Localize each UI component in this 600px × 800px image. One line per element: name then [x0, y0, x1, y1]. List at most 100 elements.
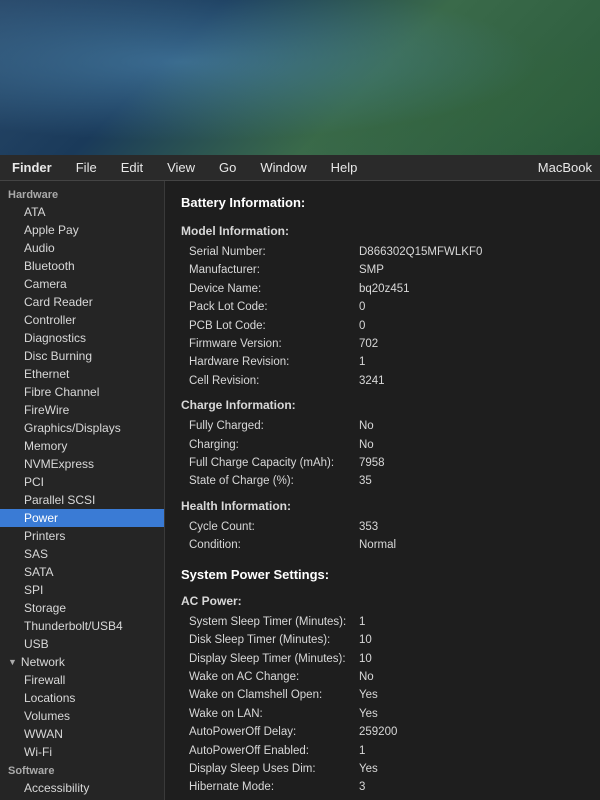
cell-rev-label: Cell Revision: — [189, 372, 359, 390]
menubar: Finder File Edit View Go Window Help Mac… — [0, 155, 600, 181]
ac-display-sleep-row: Display Sleep Timer (Minutes): 10 — [181, 650, 584, 668]
background-photo — [0, 0, 600, 155]
menubar-title: MacBook — [538, 160, 592, 175]
hardware-rev-label: Hardware Revision: — [189, 353, 359, 371]
serial-label: Serial Number: — [189, 243, 359, 261]
sidebar-item-fibrechannel[interactable]: Fibre Channel — [0, 383, 164, 401]
sidebar-item-audio[interactable]: Audio — [0, 239, 164, 257]
menubar-help[interactable]: Help — [327, 158, 362, 177]
sidebar-item-pci[interactable]: PCI — [0, 473, 164, 491]
sidebar-item-memory[interactable]: Memory — [0, 437, 164, 455]
sidebar-item-applepay[interactable]: Apple Pay — [0, 221, 164, 239]
ac-wake-lan-row: Wake on LAN: Yes — [181, 705, 584, 723]
firmware-label: Firmware Version: — [189, 335, 359, 353]
system-power-title: System Power Settings: — [181, 565, 584, 586]
sidebar-item-bluetooth[interactable]: Bluetooth — [0, 257, 164, 275]
sidebar-item-cardreader[interactable]: Card Reader — [0, 293, 164, 311]
ac-wake-ac-row: Wake on AC Change: No — [181, 668, 584, 686]
manufacturer-row: Manufacturer: SMP — [181, 261, 584, 279]
sidebar-item-wwan[interactable]: WWAN — [0, 725, 164, 743]
sidebar-item-firewall[interactable]: Firewall — [0, 671, 164, 689]
sidebar-item-accessibility[interactable]: Accessibility — [0, 779, 164, 797]
ac-hibernate-mode-value: 3 — [359, 778, 365, 796]
state-of-charge-value: 35 — [359, 472, 372, 490]
sidebar-item-spi[interactable]: SPI — [0, 581, 164, 599]
sidebar-item-printers[interactable]: Printers — [0, 527, 164, 545]
sidebar-item-ata[interactable]: ATA — [0, 203, 164, 221]
cell-rev-row: Cell Revision: 3241 — [181, 372, 584, 390]
full-charge-capacity-label: Full Charge Capacity (mAh): — [189, 454, 359, 472]
sidebar-item-discburning[interactable]: Disc Burning — [0, 347, 164, 365]
sidebar-item-sata[interactable]: SATA — [0, 563, 164, 581]
sidebar-item-locations[interactable]: Locations — [0, 689, 164, 707]
cycle-count-label: Cycle Count: — [189, 518, 359, 536]
health-info-group: Health Information: Cycle Count: 353 Con… — [181, 497, 584, 555]
ac-disk-sleep-value: 10 — [359, 631, 372, 649]
ac-wake-lan-value: Yes — [359, 705, 378, 723]
network-group-header[interactable]: ▼ Network — [0, 653, 164, 671]
menubar-window[interactable]: Window — [256, 158, 310, 177]
sidebar-item-diagnostics[interactable]: Diagnostics — [0, 329, 164, 347]
pcb-lot-row: PCB Lot Code: 0 — [181, 317, 584, 335]
model-section-title: Model Information: — [181, 222, 584, 241]
sidebar: Hardware ATA Apple Pay Audio Bluetooth C… — [0, 181, 165, 800]
hardware-section-label: Hardware — [0, 185, 164, 203]
sidebar-item-ethernet[interactable]: Ethernet — [0, 365, 164, 383]
health-section-title: Health Information: — [181, 497, 584, 516]
sidebar-item-storage[interactable]: Storage — [0, 599, 164, 617]
condition-label: Condition: — [189, 536, 359, 554]
ac-display-sleep-dim-row: Display Sleep Uses Dim: Yes — [181, 760, 584, 778]
charge-info-group: Charge Information: Fully Charged: No Ch… — [181, 396, 584, 491]
device-name-label: Device Name: — [189, 280, 359, 298]
device-name-row: Device Name: bq20z451 — [181, 280, 584, 298]
pcb-lot-label: PCB Lot Code: — [189, 317, 359, 335]
ac-display-sleep-dim-label: Display Sleep Uses Dim: — [189, 760, 359, 778]
model-info-group: Model Information: Serial Number: D86630… — [181, 222, 584, 390]
sidebar-item-nvmexpress[interactable]: NVMExpress — [0, 455, 164, 473]
fully-charged-label: Fully Charged: — [189, 417, 359, 435]
firmware-value: 702 — [359, 335, 378, 353]
network-section-label: Network — [21, 655, 65, 669]
sidebar-item-sas[interactable]: SAS — [0, 545, 164, 563]
cell-rev-value: 3241 — [359, 372, 385, 390]
content-panel: Battery Information: Model Information: … — [165, 181, 600, 800]
pcb-lot-value: 0 — [359, 317, 365, 335]
menubar-view[interactable]: View — [163, 158, 199, 177]
ac-display-sleep-label: Display Sleep Timer (Minutes): — [189, 650, 359, 668]
firmware-row: Firmware Version: 702 — [181, 335, 584, 353]
main-area: Hardware ATA Apple Pay Audio Bluetooth C… — [0, 181, 600, 800]
software-section-label: Software — [0, 761, 164, 779]
fully-charged-value: No — [359, 417, 374, 435]
sidebar-item-usb[interactable]: USB — [0, 635, 164, 653]
sidebar-item-volumes[interactable]: Volumes — [0, 707, 164, 725]
sidebar-item-controller[interactable]: Controller — [0, 311, 164, 329]
sidebar-item-parallelscsi[interactable]: Parallel SCSI — [0, 491, 164, 509]
menubar-file[interactable]: File — [72, 158, 101, 177]
sidebar-item-power[interactable]: Power — [0, 509, 164, 527]
serial-row: Serial Number: D866302Q15MFWLKF0 — [181, 243, 584, 261]
sidebar-item-graphicsdisplays[interactable]: Graphics/Displays — [0, 419, 164, 437]
sidebar-item-camera[interactable]: Camera — [0, 275, 164, 293]
menubar-go[interactable]: Go — [215, 158, 240, 177]
ac-power-group: AC Power: System Sleep Timer (Minutes): … — [181, 592, 584, 800]
full-charge-capacity-value: 7958 — [359, 454, 385, 472]
ac-power-section-title: AC Power: — [181, 592, 584, 611]
menubar-finder[interactable]: Finder — [8, 158, 56, 177]
state-of-charge-row: State of Charge (%): 35 — [181, 472, 584, 490]
full-charge-capacity-row: Full Charge Capacity (mAh): 7958 — [181, 454, 584, 472]
sidebar-item-thunderbolt[interactable]: Thunderbolt/USB4 — [0, 617, 164, 635]
charging-row: Charging: No — [181, 436, 584, 454]
ac-wake-lan-label: Wake on LAN: — [189, 705, 359, 723]
ac-system-sleep-label: System Sleep Timer (Minutes): — [189, 613, 359, 631]
network-triangle-icon: ▼ — [8, 657, 17, 667]
menubar-edit[interactable]: Edit — [117, 158, 147, 177]
ac-autopoweroff-enabled-label: AutoPowerOff Enabled: — [189, 742, 359, 760]
device-name-value: bq20z451 — [359, 280, 410, 298]
pack-lot-label: Pack Lot Code: — [189, 298, 359, 316]
ac-system-sleep-row: System Sleep Timer (Minutes): 1 — [181, 613, 584, 631]
manufacturer-label: Manufacturer: — [189, 261, 359, 279]
ac-autopoweroff-delay-label: AutoPowerOff Delay: — [189, 723, 359, 741]
ac-disk-sleep-row: Disk Sleep Timer (Minutes): 10 — [181, 631, 584, 649]
sidebar-item-wifi[interactable]: Wi-Fi — [0, 743, 164, 761]
sidebar-item-firewire[interactable]: FireWire — [0, 401, 164, 419]
